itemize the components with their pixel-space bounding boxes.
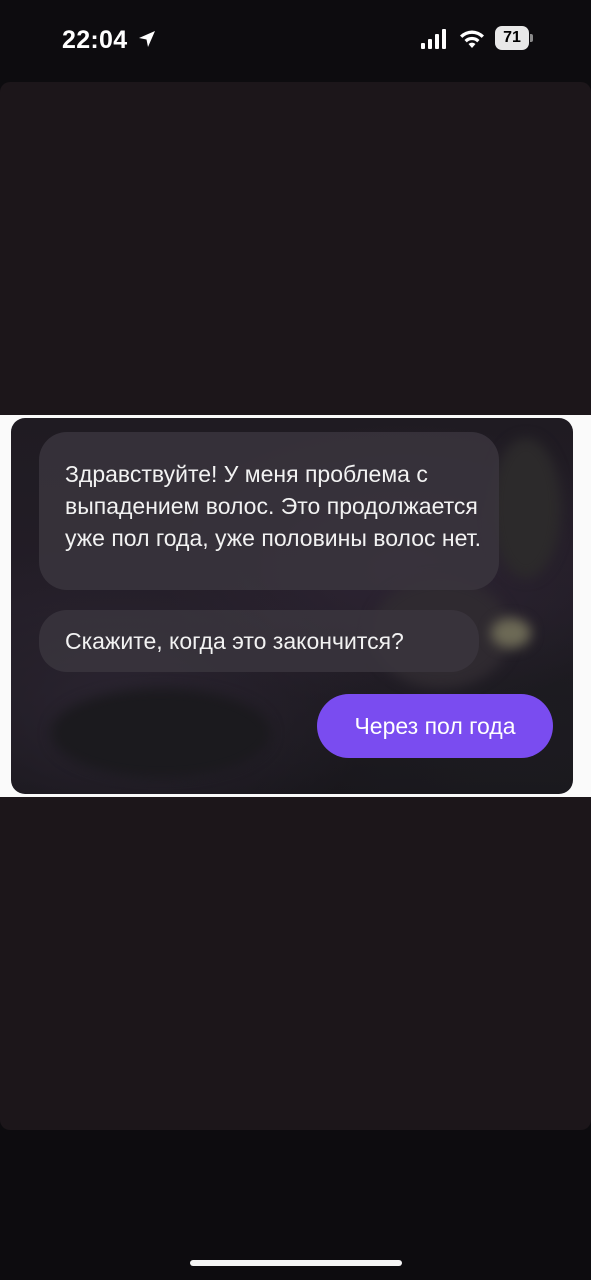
message-text: Здравствуйте! У меня проблема с выпадени… bbox=[65, 461, 481, 551]
wifi-icon bbox=[460, 30, 484, 48]
status-bar: 22:04 71 bbox=[0, 0, 591, 80]
message-text: Через пол года bbox=[354, 713, 516, 739]
message-text: Скажите, когда это закончится? bbox=[65, 628, 404, 654]
battery-level: 71 bbox=[495, 26, 529, 50]
incoming-message-bubble: Скажите, когда это закончится? bbox=[39, 610, 479, 672]
chat-screenshot-image: Здравствуйте! У меня проблема с выпадени… bbox=[11, 418, 573, 794]
background-blur bbox=[491, 438, 561, 578]
battery-tip bbox=[530, 34, 533, 42]
status-time: 22:04 bbox=[62, 26, 128, 54]
background-blur bbox=[491, 618, 531, 648]
incoming-message-bubble: Здравствуйте! У меня проблема с выпадени… bbox=[39, 432, 499, 590]
home-indicator[interactable] bbox=[190, 1260, 402, 1266]
outgoing-message-bubble: Через пол года bbox=[317, 694, 553, 758]
image-viewer[interactable]: Здравствуйте! У меня проблема с выпадени… bbox=[0, 82, 591, 1130]
shared-image-frame[interactable]: Здравствуйте! У меня проблема с выпадени… bbox=[0, 415, 591, 797]
background-blur bbox=[51, 688, 271, 778]
cellular-signal-icon bbox=[421, 29, 446, 49]
location-arrow-icon bbox=[139, 31, 155, 47]
battery-icon: 71 bbox=[495, 26, 533, 50]
